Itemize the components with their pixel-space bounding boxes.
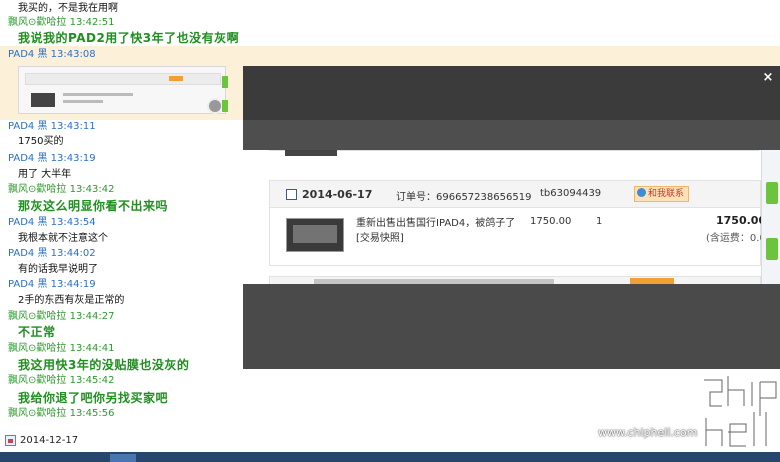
- viewer-band: [243, 120, 780, 150]
- sender-name[interactable]: 飘风⊙歡哈拉: [8, 311, 66, 322]
- message-time: 13:44:19: [50, 279, 96, 290]
- order-header: 2014-06-17 订单号：696657238656519 tb6309443…: [269, 180, 761, 208]
- message-time: 13:44:41: [69, 343, 115, 354]
- sender-name[interactable]: PAD4 黑: [8, 49, 47, 60]
- screenshot-thumbnail[interactable]: [18, 66, 226, 114]
- order-screenshot: 2014-06-17 订单号：696657238656519 tb6309443…: [243, 150, 780, 288]
- sender-name[interactable]: 飘风⊙歡哈拉: [8, 375, 66, 386]
- message-time: 13:43:08: [50, 49, 96, 60]
- unit-price: 1750.00: [530, 216, 572, 227]
- contact-seller-button[interactable]: 和我联系: [634, 186, 690, 202]
- sender-name[interactable]: PAD4 黑: [8, 279, 47, 290]
- message-time: 13:43:11: [50, 121, 96, 132]
- product-image[interactable]: [286, 218, 344, 252]
- message-header: PAD4 黑 13:43:08: [8, 48, 780, 62]
- wangwang-icon: [637, 188, 646, 197]
- sender-name[interactable]: 飘风⊙歡哈拉: [8, 17, 66, 28]
- quantity: 1: [596, 216, 603, 227]
- viewer-top-bar: [243, 66, 780, 120]
- product-title[interactable]: 重新出售出售国行IPAD4，被鸽子了 [交易快照]: [356, 216, 516, 246]
- order-number: 订单号：696657238656519: [396, 192, 532, 203]
- taskbar-item[interactable]: [110, 454, 136, 462]
- message-time: 13:42:51: [69, 17, 115, 28]
- message-time: 13:43:19: [50, 153, 96, 164]
- sender-name[interactable]: PAD4 黑: [8, 248, 47, 259]
- order-item: 重新出售出售国行IPAD4，被鸽子了 [交易快照] 1750.00 1 1750…: [269, 208, 766, 266]
- message-text: 我买的，不是我在用啊: [18, 3, 118, 14]
- calendar-icon[interactable]: [5, 435, 16, 446]
- sender-name[interactable]: 飘风⊙歡哈拉: [8, 184, 66, 195]
- shipping-note: (含运费：0.0: [706, 233, 766, 244]
- previous-product-image: [285, 150, 337, 156]
- order-total: 1750.00: [716, 214, 767, 227]
- sender-name[interactable]: PAD4 黑: [8, 217, 47, 228]
- side-tab-icon[interactable]: [766, 238, 778, 260]
- message-time: 13:44:02: [50, 248, 96, 259]
- taskbar: [0, 452, 780, 462]
- message-text: 我说我的PAD2用了快3年了也没有灰啊: [18, 31, 240, 45]
- message-time: 13:45:42: [69, 375, 115, 386]
- chiphell-logo-icon: [703, 376, 779, 449]
- watermark-url: www.chiphell.com: [598, 426, 698, 439]
- sender-name[interactable]: PAD4 黑: [8, 121, 47, 132]
- contact-label: 和我联系: [648, 189, 685, 199]
- order-date: 2014-06-17: [302, 188, 373, 201]
- viewer-bottom-bar: [243, 284, 780, 369]
- watermark: www.chiphell.com: [598, 372, 780, 452]
- seller-name[interactable]: tb63094439: [540, 188, 601, 199]
- close-button[interactable]: ×: [760, 70, 776, 86]
- viewer-side-strip: [761, 150, 780, 284]
- side-tab-icon: [222, 100, 228, 112]
- zoom-icon[interactable]: [207, 98, 223, 114]
- message-time: 13:43:54: [50, 217, 96, 228]
- sender-name[interactable]: 飘风⊙歡哈拉: [8, 343, 66, 354]
- side-tab-icon[interactable]: [766, 182, 778, 204]
- message-time: 13:45:56: [69, 408, 115, 419]
- sender-name[interactable]: PAD4 黑: [8, 153, 47, 164]
- order-checkbox[interactable]: [286, 189, 297, 200]
- divider: [269, 150, 759, 151]
- side-tab-icon: [222, 76, 228, 88]
- message-time: 13:43:42: [69, 184, 115, 195]
- message-time: 13:44:27: [69, 311, 115, 322]
- sender-name[interactable]: 飘风⊙歡哈拉: [8, 408, 66, 419]
- image-viewer-modal: × 2014-06-17 订单号：696657238656519 tb63094…: [243, 66, 780, 369]
- message-header: 飘风⊙歡哈拉 13:42:51: [8, 16, 780, 30]
